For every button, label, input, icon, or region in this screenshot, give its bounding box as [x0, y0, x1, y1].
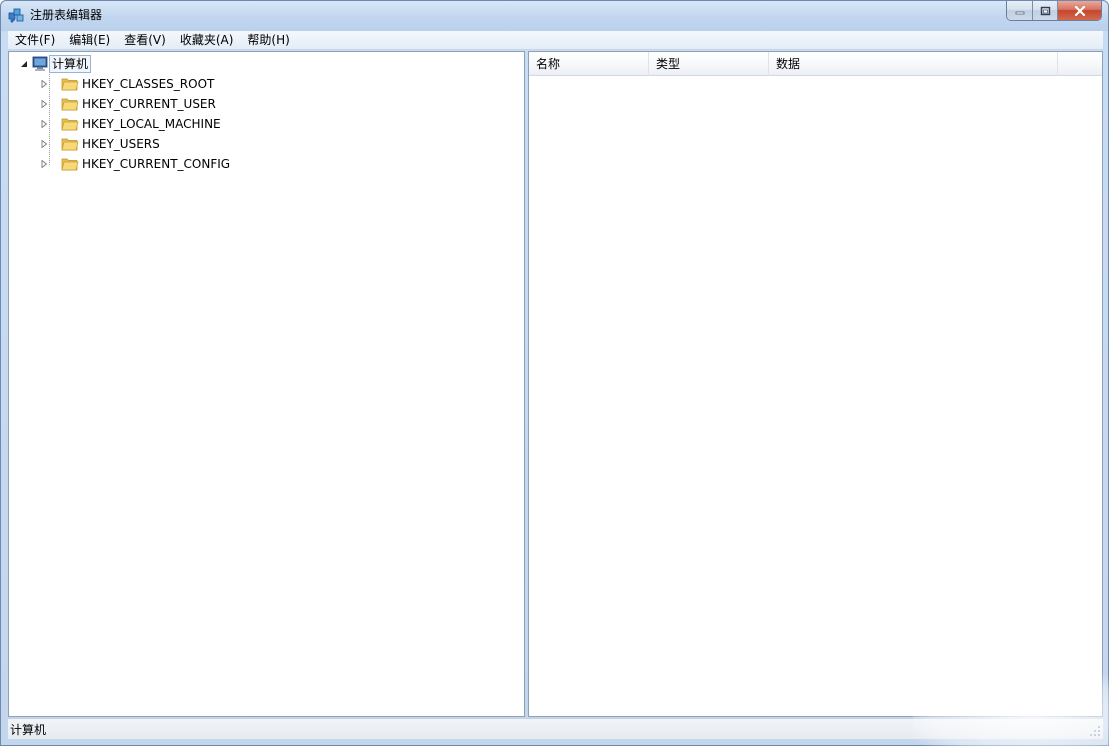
tree-item-hkcc[interactable]: HKEY_CURRENT_CONFIG: [39, 154, 233, 174]
expand-icon[interactable]: [39, 159, 49, 169]
tree-root-label[interactable]: 计算机: [49, 55, 92, 73]
caption-buttons: [1006, 1, 1102, 21]
column-header-data[interactable]: 数据: [769, 52, 1058, 76]
status-path: 计算机: [10, 722, 47, 737]
menu-favorites[interactable]: 收藏夹(A): [173, 31, 241, 50]
expand-icon[interactable]: [39, 79, 49, 89]
folder-icon: [61, 118, 79, 131]
window-title: 注册表编辑器: [30, 8, 103, 22]
tree-item-hkcu[interactable]: HKEY_CURRENT_USER: [39, 94, 219, 114]
tree-item-label[interactable]: HKEY_CLASSES_ROOT: [79, 75, 217, 93]
menu-edit[interactable]: 编辑(E): [62, 31, 117, 50]
close-icon: [1074, 5, 1085, 16]
restore-button[interactable]: [1033, 1, 1058, 20]
expand-icon[interactable]: [39, 119, 49, 129]
minimize-button[interactable]: [1007, 1, 1033, 20]
expand-icon[interactable]: [39, 99, 49, 109]
tree-root-row[interactable]: 计算机: [19, 54, 92, 74]
folder-icon: [61, 138, 79, 151]
tree-item-label[interactable]: HKEY_CURRENT_CONFIG: [79, 155, 233, 173]
close-button[interactable]: [1058, 1, 1101, 20]
menu-bar: 文件(F) 编辑(E) 查看(V) 收藏夹(A) 帮助(H): [8, 31, 1103, 50]
column-header-name[interactable]: 名称: [529, 52, 649, 76]
list-header: 名称 类型 数据: [529, 52, 1102, 76]
menu-help[interactable]: 帮助(H): [240, 31, 296, 50]
restore-icon: [1040, 6, 1050, 15]
tree-item-hku[interactable]: HKEY_USERS: [39, 134, 163, 154]
menu-file[interactable]: 文件(F): [8, 31, 62, 50]
computer-icon: [32, 56, 48, 71]
tree-item-label[interactable]: HKEY_CURRENT_USER: [79, 95, 219, 113]
regedit-icon: [8, 8, 24, 23]
tree-item-hklm[interactable]: HKEY_LOCAL_MACHINE: [39, 114, 224, 134]
title-bar[interactable]: 注册表编辑器: [1, 1, 1108, 31]
folder-icon: [61, 158, 79, 171]
menu-view[interactable]: 查看(V): [117, 31, 173, 50]
tree-item-label[interactable]: HKEY_USERS: [79, 135, 163, 153]
column-header-filler: [1058, 52, 1100, 76]
tree-pane[interactable]: 计算机 HKEY_CLASSES_ROOT HKEY_CURRENT_USER: [8, 51, 525, 717]
collapse-icon[interactable]: [19, 59, 29, 69]
tree-item-hkcr[interactable]: HKEY_CLASSES_ROOT: [39, 74, 217, 94]
tree-item-label[interactable]: HKEY_LOCAL_MACHINE: [79, 115, 224, 133]
regedit-window: 注册表编辑器 文件(F) 编辑(E) 查看(V) 收藏夹(A) 帮助(H) 计算…: [0, 0, 1109, 747]
expand-icon[interactable]: [39, 139, 49, 149]
minimize-icon: [1015, 11, 1024, 14]
values-pane[interactable]: 名称 类型 数据: [528, 51, 1103, 717]
folder-icon: [61, 78, 79, 91]
column-header-type[interactable]: 类型: [649, 52, 769, 76]
folder-icon: [61, 98, 79, 111]
corner-glare: [913, 671, 1109, 747]
